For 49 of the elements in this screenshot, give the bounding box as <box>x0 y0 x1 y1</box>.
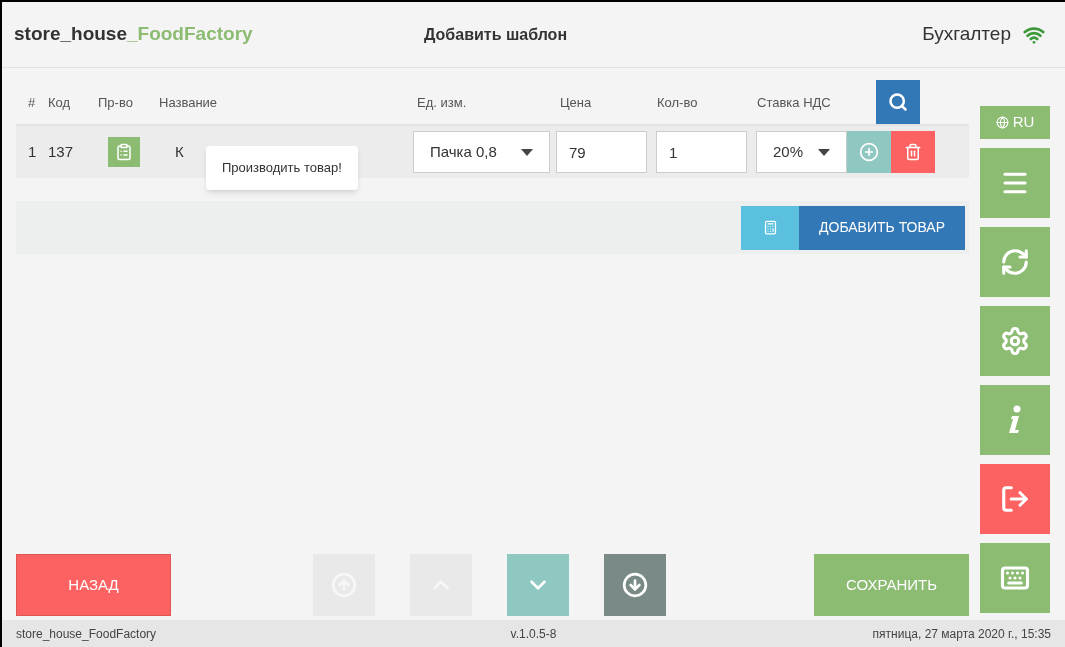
search-icon <box>888 92 908 112</box>
circle-down-icon <box>622 572 648 598</box>
refresh-icon <box>1000 247 1030 277</box>
column-header: Ед. изм. <box>417 93 468 112</box>
tooltip: Производить товар! <box>206 146 358 190</box>
scroll-button[interactable] <box>604 554 666 616</box>
table-cell-text: К <box>174 141 185 162</box>
globe-icon <box>995 116 1009 129</box>
column-header: Код <box>47 93 72 112</box>
vat-select[interactable]: 20% <box>756 131 847 173</box>
column-header: # <box>27 93 37 112</box>
settings-icon <box>1000 326 1030 356</box>
price-field[interactable]: 79 <box>556 131 647 173</box>
user-role: Бухгалтер <box>922 22 1011 47</box>
dropdown-caret-icon <box>818 148 830 156</box>
trash-icon <box>904 143 922 161</box>
info-icon <box>1008 405 1022 435</box>
column-header: Цена <box>560 93 593 112</box>
column-header: Пр-во <box>97 93 134 112</box>
add-row-button[interactable] <box>847 131 891 173</box>
sidebar-button[interactable] <box>980 227 1050 297</box>
page-title: Добавить шаблон <box>424 24 568 45</box>
clipboard-icon <box>115 143 133 161</box>
search-button[interactable] <box>876 80 920 124</box>
status-datetime: пятница, 27 марта 2020 г., 15:35 <box>871 625 1051 643</box>
sidebar-button[interactable] <box>980 543 1050 613</box>
column-header: Ставка НДС <box>757 93 832 112</box>
status-app-name: store_house_FoodFactory <box>16 625 158 643</box>
delete-button[interactable] <box>891 131 935 173</box>
table-cell-text: 137 <box>47 141 75 162</box>
add-product-button[interactable]: ДОБАВИТЬ ТОВАР <box>799 205 965 250</box>
column-header: Название <box>158 93 219 112</box>
keyboard-icon <box>1000 563 1030 593</box>
dropdown-caret-icon <box>521 148 533 156</box>
exit-icon <box>1000 484 1030 514</box>
app-logo: store_house_FoodFactory <box>14 22 254 47</box>
sidebar-button[interactable] <box>980 385 1050 455</box>
sidebar-button[interactable] <box>980 148 1050 218</box>
table-cell-text: 1 <box>27 141 38 162</box>
sidebar-button[interactable] <box>980 306 1050 376</box>
unit-select[interactable]: Пачка 0,8 <box>413 131 550 173</box>
quantity-field[interactable]: 1 <box>656 131 747 173</box>
calculator-button[interactable] <box>741 205 799 250</box>
plus-icon <box>859 142 879 162</box>
status-version: v.1.0.5-8 <box>509 625 558 643</box>
calculator-icon <box>762 220 778 235</box>
sidebar-button[interactable] <box>980 464 1050 534</box>
produce-button[interactable] <box>108 137 140 167</box>
column-header: Кол-во <box>657 93 699 112</box>
